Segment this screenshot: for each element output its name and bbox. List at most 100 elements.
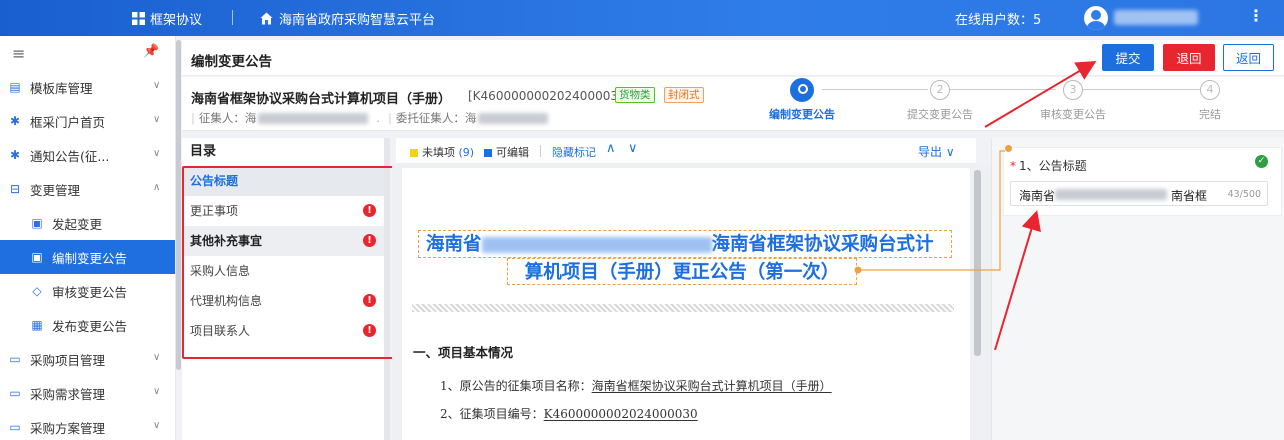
collector-prefix: 海 bbox=[244, 111, 257, 125]
doc-line-2: 2、征集项目编号：K4600000002024000030 bbox=[440, 407, 698, 421]
closed-tag: 封闭式 bbox=[664, 87, 704, 103]
platform-link[interactable]: 海南省政府采购智慧云平台 bbox=[260, 9, 435, 28]
sidebar-item[interactable]: ▭ 采购需求管理 ∨ bbox=[0, 376, 175, 410]
toc-title: 目录 bbox=[190, 144, 217, 159]
sidebar-item[interactable]: ▭ 采购项目管理 ∨ bbox=[0, 342, 175, 376]
online-users: 在线用户数：5 bbox=[955, 13, 1042, 28]
entrust-prefix: 海 bbox=[464, 111, 477, 125]
page-title: 编制变更公告 bbox=[191, 54, 272, 70]
step-label: 完结 bbox=[1199, 108, 1221, 121]
hide-marks-button[interactable]: 隐藏标记 bbox=[552, 144, 596, 160]
change-icon: ⊟ bbox=[9, 182, 21, 196]
chevron-down-icon[interactable]: ∨ bbox=[153, 386, 160, 397]
chevron-down-icon[interactable]: ∨ bbox=[153, 80, 160, 91]
app-label: 框架协议 bbox=[150, 13, 203, 28]
document-scrollbar[interactable] bbox=[974, 170, 981, 356]
sidebar-tools: ≡ 📌 bbox=[0, 36, 175, 70]
editable-legend: 可编辑 bbox=[484, 144, 529, 160]
home-icon bbox=[260, 12, 273, 25]
entrust-redacted bbox=[478, 112, 549, 124]
section-divider bbox=[412, 304, 954, 312]
sidebar-item-label: 通知公告(征... bbox=[30, 148, 110, 164]
doc-edit-icon: ▣ bbox=[31, 216, 43, 230]
folder-icon: ▭ bbox=[9, 420, 21, 434]
user-avatar-icon[interactable] bbox=[1084, 6, 1108, 30]
sidebar-item-label: 编制变更公告 bbox=[52, 250, 128, 266]
title-line-1: 海南省 海南省框架协议采购台式计 bbox=[426, 234, 934, 255]
template-icon: ▤ bbox=[9, 80, 21, 94]
step-1: 编制变更公告 bbox=[722, 78, 882, 122]
sidebar-item[interactable]: ⊟ 变更管理 ∧ bbox=[0, 172, 175, 206]
step-label: 审核变更公告 bbox=[1040, 108, 1106, 121]
sidebar-item-label: 变更管理 bbox=[30, 182, 81, 198]
sidebar-item-label: 模板库管理 bbox=[30, 80, 93, 96]
input-redacted bbox=[1055, 189, 1167, 200]
sidebar-item-label: 框采门户首页 bbox=[30, 114, 106, 130]
step-4: 4 完结 bbox=[1130, 80, 1284, 122]
pin-icon[interactable]: 📌 bbox=[143, 44, 159, 59]
step-number: 4 bbox=[1200, 80, 1220, 100]
check-icon: ✓ bbox=[1255, 155, 1268, 168]
more-icon[interactable]: ⋮ bbox=[1248, 8, 1264, 24]
step-label: 编制变更公告 bbox=[769, 108, 835, 121]
char-counter: 43/500 bbox=[1227, 189, 1261, 200]
unfilled-legend: 未填项 (9) bbox=[410, 144, 474, 160]
return-button[interactable]: 返回 bbox=[1223, 44, 1274, 71]
project-meta: | 征集人： 海 . | 委托征集人： 海 bbox=[191, 110, 549, 126]
title-input[interactable]: 海南省 南省框 43/500 bbox=[1010, 181, 1268, 206]
document-title[interactable]: 海南省 海南省框架协议采购台式计 算机项目（手册）更正公告（第一次） bbox=[418, 230, 952, 286]
doc-line-1: 1、原公告的征集项目名称：海南省框架协议采购台式计算机项目（手册） bbox=[440, 379, 832, 393]
sidebar-item[interactable]: ◇ 审核变更公告 bbox=[0, 274, 175, 308]
folder-icon: ▭ bbox=[9, 386, 21, 400]
step-3: 3 审核变更公告 bbox=[993, 80, 1153, 122]
reject-button[interactable]: 退回 bbox=[1163, 44, 1215, 71]
sidebar-item[interactable]: ▦ 发布变更公告 bbox=[0, 308, 175, 342]
document-toolbar: 未填项 (9) 可编辑 隐藏标记 ∧ ∨ 导出 ∨ bbox=[396, 138, 976, 164]
sidebar-item-label: 采购需求管理 bbox=[30, 386, 106, 402]
sidebar-item[interactable]: ▤ 模板库管理 ∨ bbox=[0, 70, 175, 104]
sidebar-item[interactable]: ▣ 发起变更 bbox=[0, 206, 175, 240]
step-number: 3 bbox=[1063, 80, 1083, 100]
export-button[interactable]: 导出 ∨ bbox=[918, 143, 955, 160]
annotation-box bbox=[182, 166, 394, 359]
goods-tag: 货物类 bbox=[615, 87, 655, 103]
top-bar: 框架协议 海南省政府采购智慧云平台 在线用户数：5 ⋮ bbox=[0, 0, 1284, 36]
title-line-2: 算机项目（手册）更正公告（第一次） bbox=[524, 262, 840, 283]
chevron-up-icon[interactable]: ∧ bbox=[153, 182, 160, 193]
sidebar: ≡ 📌 ▤ 模板库管理 ∨ ✱ 框采门户首页 ∨ ✱ 通知公告(征... ∨ ⊟ 变更管理 ∧ ▣ 发起变… bbox=[0, 36, 176, 440]
sidebar-item[interactable]: ✱ 框采门户首页 ∨ bbox=[0, 104, 175, 138]
title-field-card: * 1、公告标题 ✓ 海南省 南省框 43/500 bbox=[1003, 145, 1282, 216]
field-label: * 1、公告标题 bbox=[1010, 159, 1087, 173]
sidebar-scrollbar[interactable] bbox=[176, 40, 181, 370]
sidebar-item[interactable]: ✱ 通知公告(征... ∨ bbox=[0, 138, 175, 172]
location-pin-icon bbox=[790, 78, 814, 102]
project-code: [K4600000002024000030] bbox=[468, 89, 631, 103]
chevron-down-icon[interactable]: ∨ bbox=[153, 352, 160, 363]
doc-edit-icon: ▣ bbox=[31, 250, 43, 264]
sidebar-item-label: 采购项目管理 bbox=[30, 352, 106, 368]
collector-label: 征集人： bbox=[198, 111, 245, 125]
user-name-redacted[interactable] bbox=[1114, 10, 1198, 25]
collector-redacted bbox=[258, 112, 369, 124]
submit-button[interactable]: 提交 bbox=[1102, 44, 1154, 71]
chevron-down-icon[interactable]: ∨ bbox=[153, 114, 160, 125]
chevron-up-icon[interactable]: ∧ bbox=[606, 141, 616, 156]
grid-icon bbox=[132, 12, 145, 25]
chevron-down-icon[interactable]: ∨ bbox=[628, 141, 638, 156]
sidebar-menu: ▤ 模板库管理 ∨ ✱ 框采门户首页 ∨ ✱ 通知公告(征... ∨ ⊟ 变更管理 ∧ ▣ 发起变更 ▣ 编制… bbox=[0, 70, 175, 440]
menu-toggle-icon[interactable]: ≡ bbox=[12, 44, 25, 63]
app-switcher[interactable]: 框架协议 bbox=[132, 9, 202, 28]
sidebar-item-label: 发起变更 bbox=[52, 216, 103, 232]
toolbar-divider bbox=[540, 145, 541, 157]
chevron-down-icon[interactable]: ∨ bbox=[153, 148, 160, 159]
grid-icon: ✱ bbox=[9, 114, 21, 128]
entrust-label: 委托征集人： bbox=[395, 111, 465, 125]
grid-icon: ✱ bbox=[9, 148, 21, 162]
sidebar-item[interactable]: ▣ 编制变更公告 bbox=[0, 240, 175, 274]
project-name: 海南省框架协议采购台式计算机项目（手册） bbox=[191, 92, 452, 107]
title-redacted bbox=[481, 237, 712, 253]
doc-list-icon: ▦ bbox=[31, 318, 43, 332]
sidebar-item[interactable]: ▭ 采购方案管理 ∨ bbox=[0, 410, 175, 440]
connector-dot bbox=[1005, 145, 1012, 152]
chevron-down-icon[interactable]: ∨ bbox=[153, 420, 160, 431]
